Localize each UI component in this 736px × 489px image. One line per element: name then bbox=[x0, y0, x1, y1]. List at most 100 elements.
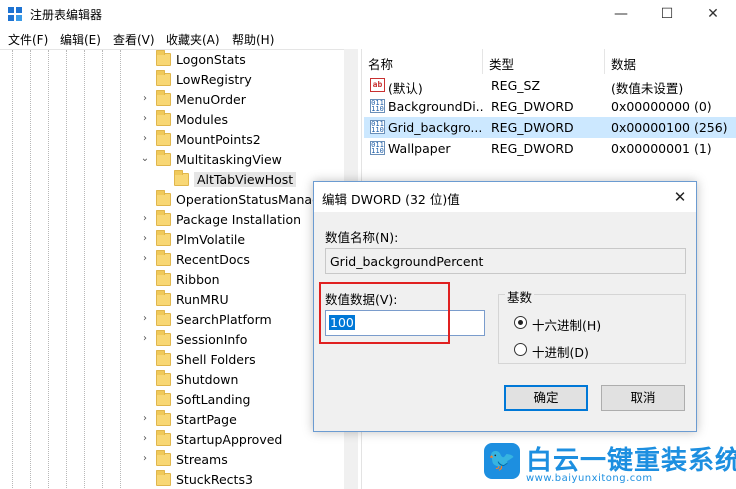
folder-icon bbox=[156, 450, 171, 466]
tree-item-label: MountPoints2 bbox=[176, 132, 261, 147]
folder-icon bbox=[156, 230, 171, 246]
menu-help[interactable]: 帮助(H) bbox=[232, 31, 274, 48]
column-header-data[interactable]: 数据 bbox=[607, 49, 736, 74]
tree-item[interactable]: LogonStats bbox=[0, 50, 357, 70]
tree-item[interactable]: › RecentDocs bbox=[0, 250, 357, 270]
tree-item[interactable]: Ribbon bbox=[0, 270, 357, 290]
tree-item-label: PlmVolatile bbox=[176, 232, 246, 247]
tree-item[interactable]: › SessionInfo bbox=[0, 330, 357, 350]
tree-item[interactable]: ⌄ MultitaskingView bbox=[0, 150, 357, 170]
chevron-right-icon[interactable]: › bbox=[140, 313, 150, 325]
folder-icon bbox=[156, 50, 171, 66]
chevron-right-icon[interactable]: › bbox=[140, 133, 150, 145]
chevron-right-icon[interactable]: › bbox=[140, 433, 150, 445]
folder-icon bbox=[156, 210, 171, 226]
menu-file[interactable]: 文件(F) bbox=[8, 31, 48, 48]
value-name-cell: (默认) bbox=[388, 81, 423, 96]
chevron-right-icon[interactable]: › bbox=[140, 333, 150, 345]
folder-icon bbox=[174, 170, 189, 186]
annotation-highlight-box bbox=[319, 282, 450, 344]
chevron-right-icon[interactable]: › bbox=[140, 213, 150, 225]
column-header-name[interactable]: 名称 bbox=[364, 49, 483, 74]
ok-button[interactable]: 确定 bbox=[504, 385, 588, 411]
menu-view[interactable]: 查看(V) bbox=[113, 31, 155, 48]
tree-item[interactable]: Shutdown bbox=[0, 370, 357, 390]
binary-value-icon: 011 110 bbox=[370, 99, 385, 113]
radio-hexadecimal-label[interactable]: 十六进制(H) bbox=[532, 315, 601, 334]
chevron-down-icon[interactable]: ⌄ bbox=[140, 153, 150, 165]
tree-item[interactable]: › StartPage bbox=[0, 410, 357, 430]
folder-icon bbox=[156, 90, 171, 106]
chevron-right-icon[interactable]: › bbox=[140, 413, 150, 425]
tree-item[interactable]: RunMRU bbox=[0, 290, 357, 310]
tree-item[interactable]: Shell Folders bbox=[0, 350, 357, 370]
folder-icon bbox=[156, 110, 171, 126]
chevron-right-icon[interactable]: › bbox=[140, 113, 150, 125]
close-button[interactable]: ✕ bbox=[690, 0, 736, 28]
value-row[interactable]: 011 110 Wallpaper REG_DWORD 0x00000001 (1) bbox=[364, 138, 736, 159]
folder-icon bbox=[156, 350, 171, 366]
dialog-title-bar: 编辑 DWORD (32 位)值 ✕ bbox=[314, 182, 696, 212]
folder-icon bbox=[156, 330, 171, 346]
tree-item-label: MenuOrder bbox=[176, 92, 246, 107]
edit-dword-dialog: 编辑 DWORD (32 位)值 ✕ 数值名称(N): Grid_backgro… bbox=[313, 181, 697, 432]
tree-item[interactable]: OperationStatusManag bbox=[0, 190, 357, 210]
tree-item-label: RunMRU bbox=[176, 292, 229, 307]
registry-key-tree[interactable]: LogonStats LowRegistry › MenuOrder › Modules ›… bbox=[0, 49, 357, 489]
cancel-button[interactable]: 取消 bbox=[601, 385, 685, 411]
tree-item[interactable]: StuckRects3 bbox=[0, 470, 357, 489]
binary-value-icon: 011 110 bbox=[370, 141, 385, 155]
column-header-type[interactable]: 类型 bbox=[485, 49, 605, 74]
tree-item-label: StartPage bbox=[176, 412, 237, 427]
radio-decimal[interactable] bbox=[514, 343, 527, 356]
folder-icon bbox=[156, 290, 171, 306]
tree-item[interactable]: LowRegistry bbox=[0, 70, 357, 90]
value-name-cell: Grid_backgro... bbox=[388, 120, 483, 135]
menu-favorites[interactable]: 收藏夹(A) bbox=[166, 31, 220, 48]
watermark-url: www.baiyunxitong.com bbox=[526, 473, 653, 484]
tree-item[interactable]: › Streams bbox=[0, 450, 357, 470]
value-row[interactable]: 011 110 Grid_backgro... REG_DWORD 0x0000010… bbox=[364, 117, 736, 138]
base-group-label: 基数 bbox=[505, 287, 535, 306]
title-bar: 注册表编辑器 — ☐ ✕ bbox=[0, 0, 736, 28]
value-row[interactable]: ab (默认) REG_SZ (数值未设置) bbox=[364, 75, 736, 96]
tree-item[interactable]: › Package Installation bbox=[0, 210, 357, 230]
tree-item-label: AltTabViewHost bbox=[194, 172, 297, 187]
tree-item[interactable]: › PlmVolatile bbox=[0, 230, 357, 250]
tree-item-label: SoftLanding bbox=[176, 392, 251, 407]
folder-icon bbox=[156, 130, 171, 146]
chevron-right-icon[interactable]: › bbox=[140, 233, 150, 245]
string-value-icon: ab bbox=[370, 78, 385, 92]
chevron-right-icon[interactable]: › bbox=[140, 93, 150, 105]
tree-item-label: SessionInfo bbox=[176, 332, 248, 347]
folder-icon bbox=[156, 410, 171, 426]
tree-item[interactable]: › Modules bbox=[0, 110, 357, 130]
minimize-button[interactable]: — bbox=[598, 0, 644, 28]
folder-icon bbox=[156, 370, 171, 386]
radio-decimal-label[interactable]: 十进制(D) bbox=[532, 342, 589, 361]
tree-item-label: LogonStats bbox=[176, 52, 246, 67]
value-name-cell: BackgroundDi... bbox=[388, 99, 484, 114]
value-data-cell: (数值未设置) bbox=[611, 81, 684, 96]
maximize-button[interactable]: ☐ bbox=[644, 0, 690, 28]
chevron-right-icon[interactable]: › bbox=[140, 453, 150, 465]
tree-item[interactable]: › SearchPlatform bbox=[0, 310, 357, 330]
tree-item[interactable]: › MenuOrder bbox=[0, 90, 357, 110]
dialog-close-button[interactable]: ✕ bbox=[668, 186, 692, 208]
chevron-right-icon[interactable]: › bbox=[140, 253, 150, 265]
value-data-cell: 0x00000000 (0) bbox=[611, 99, 712, 114]
tree-item[interactable]: AltTabViewHost bbox=[0, 170, 357, 190]
tree-item-label: RecentDocs bbox=[176, 252, 250, 267]
menu-edit[interactable]: 编辑(E) bbox=[60, 31, 101, 48]
radio-hexadecimal[interactable] bbox=[514, 316, 527, 329]
tree-item-label: Modules bbox=[176, 112, 228, 127]
tree-item-label: Ribbon bbox=[176, 272, 220, 287]
tree-item[interactable]: › MountPoints2 bbox=[0, 130, 357, 150]
folder-icon bbox=[156, 270, 171, 286]
binary-value-icon: 011 110 bbox=[370, 120, 385, 134]
value-row[interactable]: 011 110 BackgroundDi... REG_DWORD 0x0000000… bbox=[364, 96, 736, 117]
folder-icon bbox=[156, 390, 171, 406]
tree-item[interactable]: SoftLanding bbox=[0, 390, 357, 410]
folder-icon bbox=[156, 310, 171, 326]
tree-item[interactable]: › StartupApproved bbox=[0, 430, 357, 450]
